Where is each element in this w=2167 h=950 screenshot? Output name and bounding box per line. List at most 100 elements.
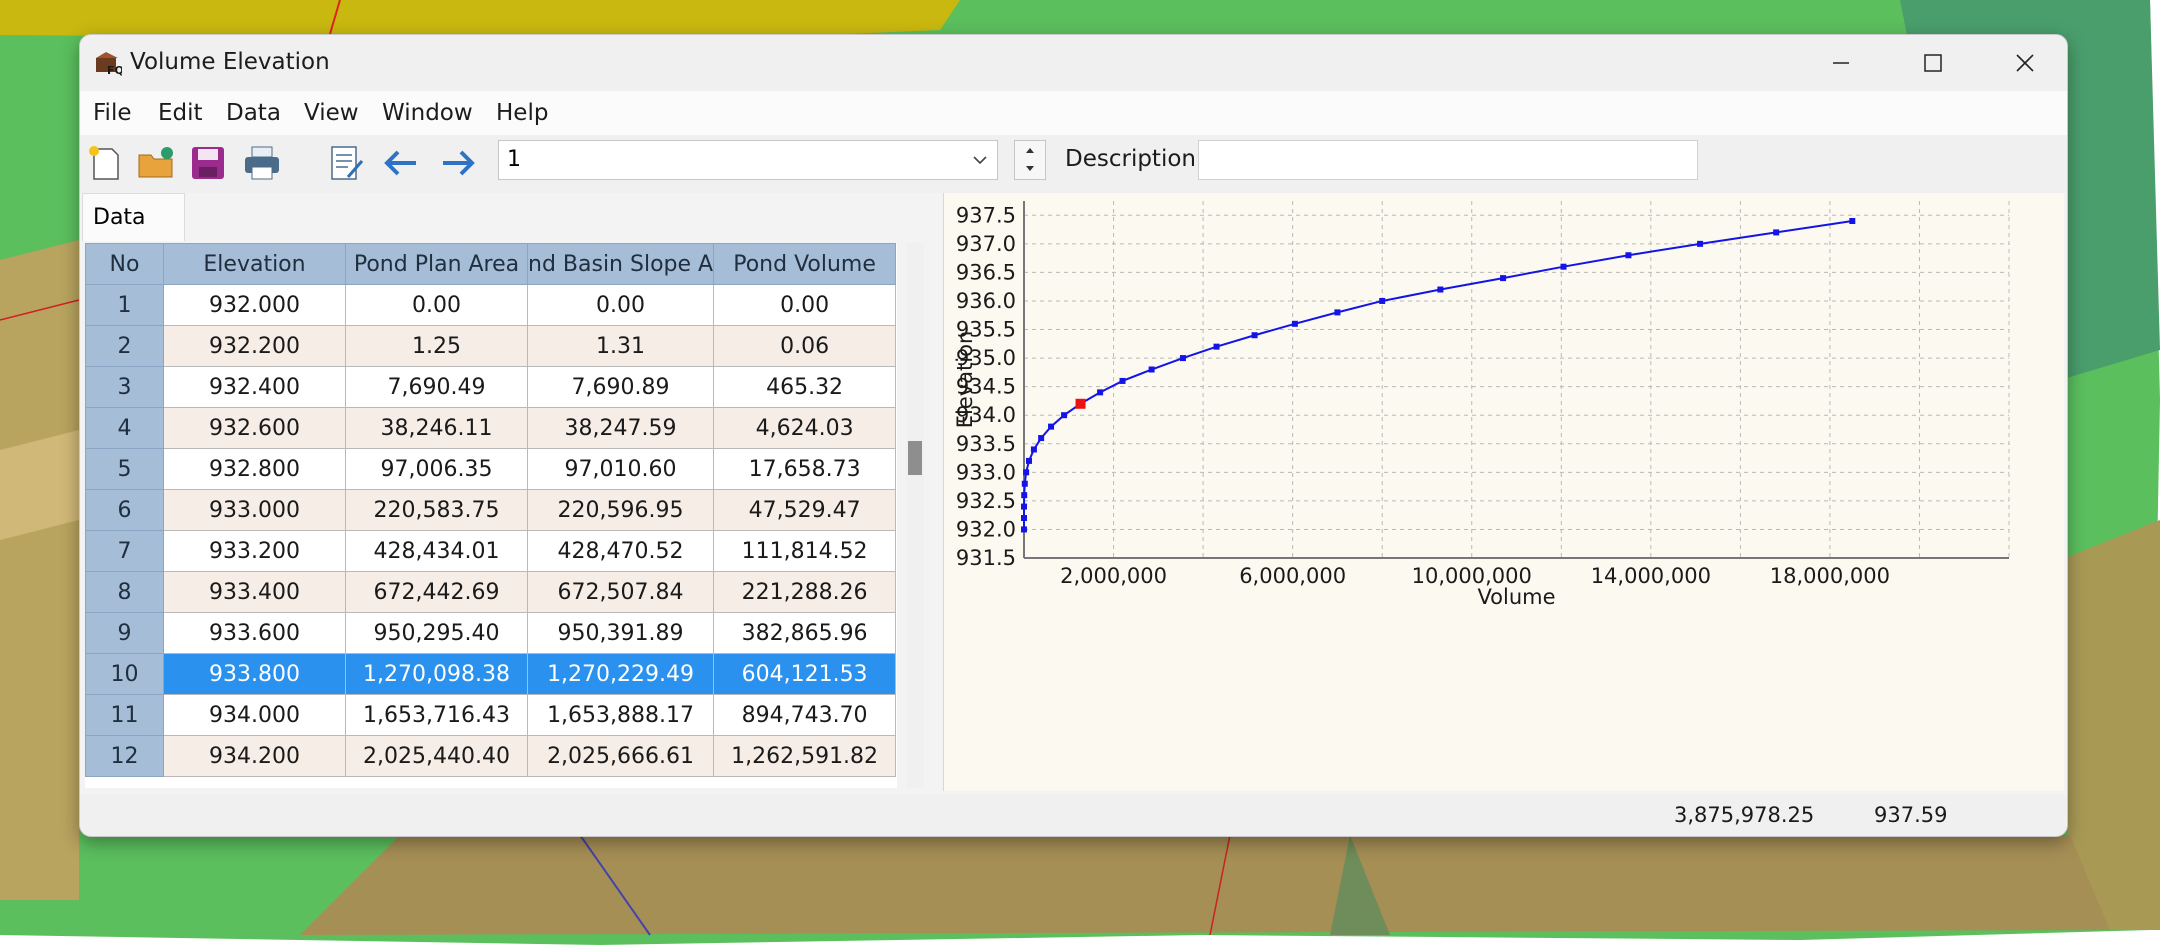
table-row[interactable]: 11 934.000 1,653,716.43 1,653,888.17 894,743… — [85, 694, 897, 736]
edit-notes-icon[interactable] — [326, 143, 366, 183]
cell-basin-slope-area[interactable]: 220,596.95 — [526, 489, 715, 531]
cell-basin-slope-area[interactable]: 1,270,229.49 — [526, 653, 715, 695]
cell-pond-plan-area[interactable]: 428,434.01 — [345, 530, 528, 572]
cell-no[interactable]: 5 — [85, 448, 164, 490]
cell-elevation[interactable]: 933.000 — [163, 489, 346, 531]
table-row[interactable]: 3 932.400 7,690.49 7,690.89 465.32 — [85, 366, 897, 408]
cell-basin-slope-area[interactable]: 0.00 — [526, 284, 715, 326]
cell-no[interactable]: 12 — [85, 735, 164, 777]
column-header-basin-slope-area[interactable]: nd Basin Slope A — [526, 243, 715, 285]
save-icon[interactable] — [188, 143, 228, 183]
table-row[interactable]: 12 934.200 2,025,440.40 2,025,666.61 1,262,5… — [85, 735, 897, 777]
cell-pond-plan-area[interactable]: 38,246.11 — [345, 407, 528, 449]
cell-pond-volume[interactable]: 1,262,591.82 — [713, 735, 897, 777]
cell-elevation[interactable]: 933.800 — [163, 653, 346, 695]
cell-elevation[interactable]: 934.000 — [163, 694, 346, 736]
cell-pond-volume[interactable]: 221,288.26 — [713, 571, 897, 613]
cell-pond-plan-area[interactable]: 97,006.35 — [345, 448, 528, 490]
cell-elevation[interactable]: 932.400 — [163, 366, 346, 408]
cell-no[interactable]: 10 — [85, 653, 164, 695]
menu-window[interactable]: Window — [382, 100, 473, 126]
cell-no[interactable]: 8 — [85, 571, 164, 613]
cell-no[interactable]: 11 — [85, 694, 164, 736]
cell-no[interactable]: 3 — [85, 366, 164, 408]
cell-pond-volume[interactable]: 604,121.53 — [713, 653, 897, 695]
table-row[interactable]: 8 933.400 672,442.69 672,507.84 221,288.26 — [85, 571, 897, 613]
cell-pond-volume[interactable]: 111,814.52 — [713, 530, 897, 572]
cell-pond-plan-area[interactable]: 7,690.49 — [345, 366, 528, 408]
scrollbar-thumb[interactable] — [908, 441, 922, 475]
menu-edit[interactable]: Edit — [158, 100, 203, 126]
cell-pond-volume[interactable]: 4,624.03 — [713, 407, 897, 449]
cell-basin-slope-area[interactable]: 428,470.52 — [526, 530, 715, 572]
arrow-right-icon[interactable] — [439, 143, 479, 183]
spin-down-icon[interactable] — [1015, 160, 1045, 179]
maximize-button[interactable] — [1887, 35, 1979, 91]
table-row[interactable]: 4 932.600 38,246.11 38,247.59 4,624.03 — [85, 407, 897, 449]
menu-file[interactable]: File — [93, 100, 132, 126]
table-row[interactable]: 1 932.000 0.00 0.00 0.00 — [85, 284, 897, 326]
table-row[interactable]: 6 933.000 220,583.75 220,596.95 47,529.47 — [85, 489, 897, 531]
cell-basin-slope-area[interactable]: 1.31 — [526, 325, 715, 367]
cell-basin-slope-area[interactable]: 97,010.60 — [526, 448, 715, 490]
cell-pond-volume[interactable]: 0.00 — [713, 284, 897, 326]
table-row[interactable]: 2 932.200 1.25 1.31 0.06 — [85, 325, 897, 367]
cell-basin-slope-area[interactable]: 38,247.59 — [526, 407, 715, 449]
column-header-pond-volume[interactable]: Pond Volume — [713, 243, 897, 285]
cell-pond-plan-area[interactable]: 2,025,440.40 — [345, 735, 528, 777]
cell-elevation[interactable]: 933.600 — [163, 612, 346, 654]
cell-no[interactable]: 1 — [85, 284, 164, 326]
table-row[interactable]: 5 932.800 97,006.35 97,010.60 17,658.73 — [85, 448, 897, 490]
record-select[interactable]: 1 — [498, 140, 998, 180]
cell-pond-volume[interactable]: 382,865.96 — [713, 612, 897, 654]
table-row[interactable]: 7 933.200 428,434.01 428,470.52 111,814.52 — [85, 530, 897, 572]
cell-elevation[interactable]: 932.200 — [163, 325, 346, 367]
cell-pond-volume[interactable]: 0.06 — [713, 325, 897, 367]
cell-basin-slope-area[interactable]: 950,391.89 — [526, 612, 715, 654]
cell-pond-plan-area[interactable]: 220,583.75 — [345, 489, 528, 531]
menu-help[interactable]: Help — [496, 100, 548, 126]
cell-no[interactable]: 9 — [85, 612, 164, 654]
cell-basin-slope-area[interactable]: 7,690.89 — [526, 366, 715, 408]
description-input[interactable] — [1198, 140, 1698, 180]
cell-elevation[interactable]: 932.600 — [163, 407, 346, 449]
cell-pond-plan-area[interactable]: 0.00 — [345, 284, 528, 326]
spin-up-icon[interactable] — [1015, 141, 1045, 160]
column-header-no[interactable]: No — [85, 243, 164, 285]
cell-pond-volume[interactable]: 465.32 — [713, 366, 897, 408]
record-spinner[interactable] — [1014, 140, 1046, 180]
open-folder-icon[interactable] — [136, 143, 176, 183]
tab-data[interactable]: Data — [82, 193, 185, 241]
table-row[interactable]: 9 933.600 950,295.40 950,391.89 382,865.96 — [85, 612, 897, 654]
cell-no[interactable]: 7 — [85, 530, 164, 572]
column-header-pond-plan-area[interactable]: Pond Plan Area — [345, 243, 528, 285]
cell-no[interactable]: 6 — [85, 489, 164, 531]
minimize-button[interactable] — [1795, 35, 1887, 91]
cell-pond-plan-area[interactable]: 950,295.40 — [345, 612, 528, 654]
cell-basin-slope-area[interactable]: 1,653,888.17 — [526, 694, 715, 736]
arrow-left-icon[interactable] — [380, 143, 420, 183]
cell-pond-plan-area[interactable]: 1,653,716.43 — [345, 694, 528, 736]
menu-data[interactable]: Data — [226, 100, 281, 126]
table-row[interactable]: 10 933.800 1,270,098.38 1,270,229.49 604,121… — [85, 653, 897, 695]
cell-basin-slope-area[interactable]: 2,025,666.61 — [526, 735, 715, 777]
print-icon[interactable] — [242, 143, 282, 183]
close-button[interactable] — [1979, 35, 2067, 91]
cell-pond-plan-area[interactable]: 1,270,098.38 — [345, 653, 528, 695]
cell-pond-volume[interactable]: 47,529.47 — [713, 489, 897, 531]
cell-elevation[interactable]: 932.000 — [163, 284, 346, 326]
grid-scrollbar[interactable] — [906, 243, 924, 788]
cell-pond-plan-area[interactable]: 672,442.69 — [345, 571, 528, 613]
cell-basin-slope-area[interactable]: 672,507.84 — [526, 571, 715, 613]
cell-elevation[interactable]: 933.200 — [163, 530, 346, 572]
cell-pond-plan-area[interactable]: 1.25 — [345, 325, 528, 367]
cell-no[interactable]: 4 — [85, 407, 164, 449]
menu-view[interactable]: View — [304, 100, 359, 126]
cell-pond-volume[interactable]: 17,658.73 — [713, 448, 897, 490]
cell-elevation[interactable]: 932.800 — [163, 448, 346, 490]
cell-elevation[interactable]: 933.400 — [163, 571, 346, 613]
cell-pond-volume[interactable]: 894,743.70 — [713, 694, 897, 736]
column-header-elevation[interactable]: Elevation — [163, 243, 346, 285]
new-file-icon[interactable] — [86, 143, 126, 183]
cell-no[interactable]: 2 — [85, 325, 164, 367]
